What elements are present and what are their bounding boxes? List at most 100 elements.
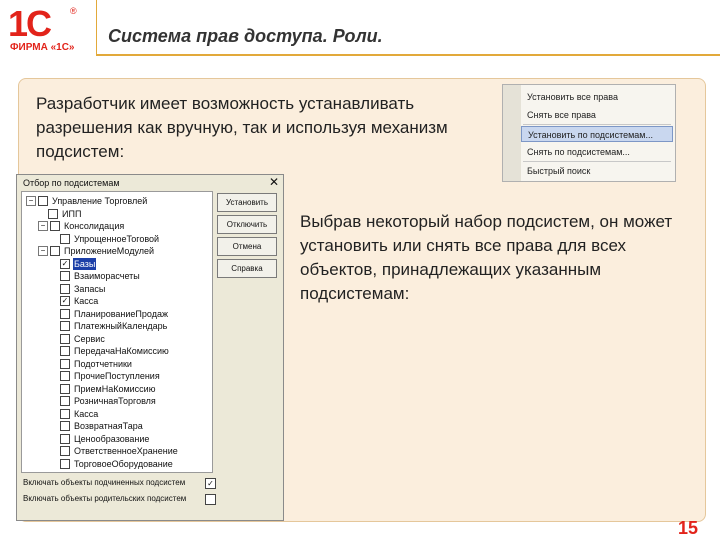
- tree-line-icon: [50, 322, 58, 330]
- context-menu: Установить все права Снять все права Уст…: [502, 84, 676, 182]
- tree-line-icon: [50, 335, 58, 343]
- tree-node[interactable]: ПлатежныйКалендарь: [50, 320, 168, 332]
- help-button[interactable]: Справка: [217, 259, 277, 278]
- tree-line-icon: [50, 235, 58, 243]
- menu-item-unset-all[interactable]: Снять все права: [527, 107, 596, 123]
- firm-logo: 1С ® ФИРМА «1С»: [8, 6, 88, 54]
- tree-node-checkbox[interactable]: [60, 358, 70, 369]
- logo-registered-sign: ®: [70, 6, 77, 16]
- tree-node[interactable]: Сервис: [50, 333, 106, 345]
- tree-line-icon: [50, 272, 58, 280]
- tree-node-checkbox[interactable]: [60, 321, 70, 331]
- tree-line-icon: [50, 297, 58, 305]
- tree-node-label: Сервис: [74, 333, 105, 344]
- tree-node-checkbox[interactable]: [60, 271, 70, 281]
- tree-node[interactable]: ПланированиеПродаж: [50, 308, 169, 320]
- tree-line-icon: [50, 360, 58, 368]
- tree-node-checkbox[interactable]: [60, 408, 70, 419]
- menu-item-set-by-subsystems[interactable]: Установить по подсистемам...: [521, 126, 673, 142]
- unset-button[interactable]: Отключить: [217, 215, 277, 234]
- tree-node-label: Подотчетники: [74, 358, 132, 369]
- tree-node-checkbox[interactable]: [50, 221, 60, 231]
- tree-node-label: РозничнаяТорговля: [74, 396, 156, 406]
- tree-node[interactable]: ПрочиеПоступления: [50, 370, 161, 382]
- subsystem-filter-dialog: Отбор по подсистемам ✕ − Управление Торго…: [16, 174, 284, 521]
- tree-node[interactable]: Подотчетники: [50, 358, 133, 370]
- tree-node-checkbox[interactable]: [60, 371, 70, 381]
- tree-node[interactable]: УпрощенноеТоговой: [50, 233, 160, 245]
- menu-item-quick-search[interactable]: Быстрый поиск: [527, 163, 590, 179]
- tree-node-label: УпрощенноеТоговой: [74, 233, 160, 244]
- tree-node[interactable]: − ПриложениеМодулей: [38, 245, 155, 257]
- option-include-child-checkbox[interactable]: ✓: [205, 478, 216, 489]
- tree-node-checkbox[interactable]: [60, 421, 70, 431]
- dialog-title: Отбор по подсистемам: [23, 178, 120, 188]
- option-include-child-label: Включать объекты подчиненных подсистем: [23, 478, 186, 487]
- tree-node-checkbox[interactable]: [60, 333, 70, 344]
- tree-node[interactable]: − Управление Торговлей: [26, 195, 148, 207]
- tree-node-label: Запасы: [74, 283, 106, 294]
- subsystem-tree[interactable]: − Управление Торговлей ИПП − Консолидация Упр…: [21, 191, 213, 473]
- tree-line-icon: [50, 385, 58, 393]
- expand-toggle-icon[interactable]: −: [38, 221, 48, 231]
- tree-node-label: ПланированиеПродаж: [74, 308, 168, 319]
- tree-node-checkbox[interactable]: [48, 208, 58, 219]
- tree-node[interactable]: ОтветственноеХранение: [50, 445, 179, 457]
- tree-node[interactable]: ПриемНаКомиссию: [50, 383, 156, 395]
- tree-node-label: ПриложениеМодулей: [64, 246, 155, 256]
- tree-node-checkbox[interactable]: ✓: [60, 258, 70, 269]
- tree-node-checkbox[interactable]: [60, 446, 70, 456]
- menu-item-set-all[interactable]: Установить все права: [527, 89, 618, 105]
- tree-node-checkbox[interactable]: [60, 396, 70, 406]
- tree-node-label: ПередачаНаКомиссию: [74, 346, 169, 356]
- tree-node[interactable]: РозничнаяТорговля: [50, 395, 157, 407]
- tree-line-icon: [50, 397, 58, 405]
- page-title: Система прав доступа. Роли.: [108, 26, 383, 46]
- tree-node[interactable]: Ценообразование: [50, 433, 150, 445]
- tree-node-checkbox[interactable]: [60, 233, 70, 244]
- intro-text: Разработчик имеет возможность устанавлив…: [36, 94, 448, 161]
- expand-toggle-icon[interactable]: −: [26, 196, 36, 206]
- tree-node-checkbox[interactable]: [60, 346, 70, 356]
- tree-line-icon: [50, 372, 58, 380]
- tree-node[interactable]: ПередачаНаКомиссию: [50, 345, 170, 357]
- set-button[interactable]: Установить: [217, 193, 277, 212]
- tree-node-checkbox[interactable]: [60, 433, 70, 444]
- tree-node-checkbox[interactable]: [38, 196, 48, 206]
- tree-node-checkbox[interactable]: [60, 308, 70, 319]
- tree-node-label: ВозвратнаяТара: [74, 421, 143, 431]
- tree-node[interactable]: ✓ Базы: [50, 257, 97, 270]
- tree-node[interactable]: ТорговоеОборудование: [50, 458, 174, 470]
- tree-node-checkbox[interactable]: [60, 283, 70, 294]
- tree-node-checkbox[interactable]: [60, 458, 70, 469]
- tree-node-checkbox[interactable]: [50, 246, 60, 256]
- tree-node[interactable]: Касса: [50, 408, 99, 420]
- tree-node-label: ПриемНаКомиссию: [74, 383, 156, 394]
- cancel-button[interactable]: Отмена: [217, 237, 277, 256]
- option-include-parent-checkbox[interactable]: [205, 494, 216, 505]
- description-text: Выбрав некоторый набор подсистем, он мож…: [300, 212, 673, 303]
- tree-node[interactable]: Запасы: [50, 283, 106, 295]
- page-number: 15: [678, 518, 699, 538]
- tree-line-icon: [50, 260, 58, 268]
- menu-item-unset-by-subsystems[interactable]: Снять по подсистемам...: [527, 144, 630, 160]
- tree-node[interactable]: ИПП: [38, 208, 82, 220]
- tree-node-label: Консолидация: [64, 221, 125, 231]
- close-icon[interactable]: ✕: [269, 176, 279, 188]
- tree-node[interactable]: ВозвратнаяТара: [50, 420, 144, 432]
- option-include-parent-label: Включать объекты родительских подсистем: [23, 494, 187, 503]
- tree-node-label: ИПП: [62, 208, 82, 219]
- tree-line-icon: [50, 422, 58, 430]
- tree-node-label: Касса: [74, 296, 99, 306]
- tree-node[interactable]: − Консолидация: [38, 220, 125, 232]
- tree-line-icon: [38, 210, 46, 218]
- tree-node-label: Управление Торговлей: [52, 196, 148, 206]
- tree-node-label: Взаиморасчеты: [74, 271, 140, 281]
- tree-node-checkbox[interactable]: ✓: [60, 296, 70, 306]
- tree-node[interactable]: Взаиморасчеты: [50, 270, 141, 282]
- tree-node-checkbox[interactable]: [60, 383, 70, 394]
- tree-node[interactable]: ✓ Касса: [50, 295, 99, 307]
- expand-toggle-icon[interactable]: −: [38, 246, 48, 256]
- menu-separator: [523, 124, 671, 125]
- menu-icon-strip: [503, 85, 521, 181]
